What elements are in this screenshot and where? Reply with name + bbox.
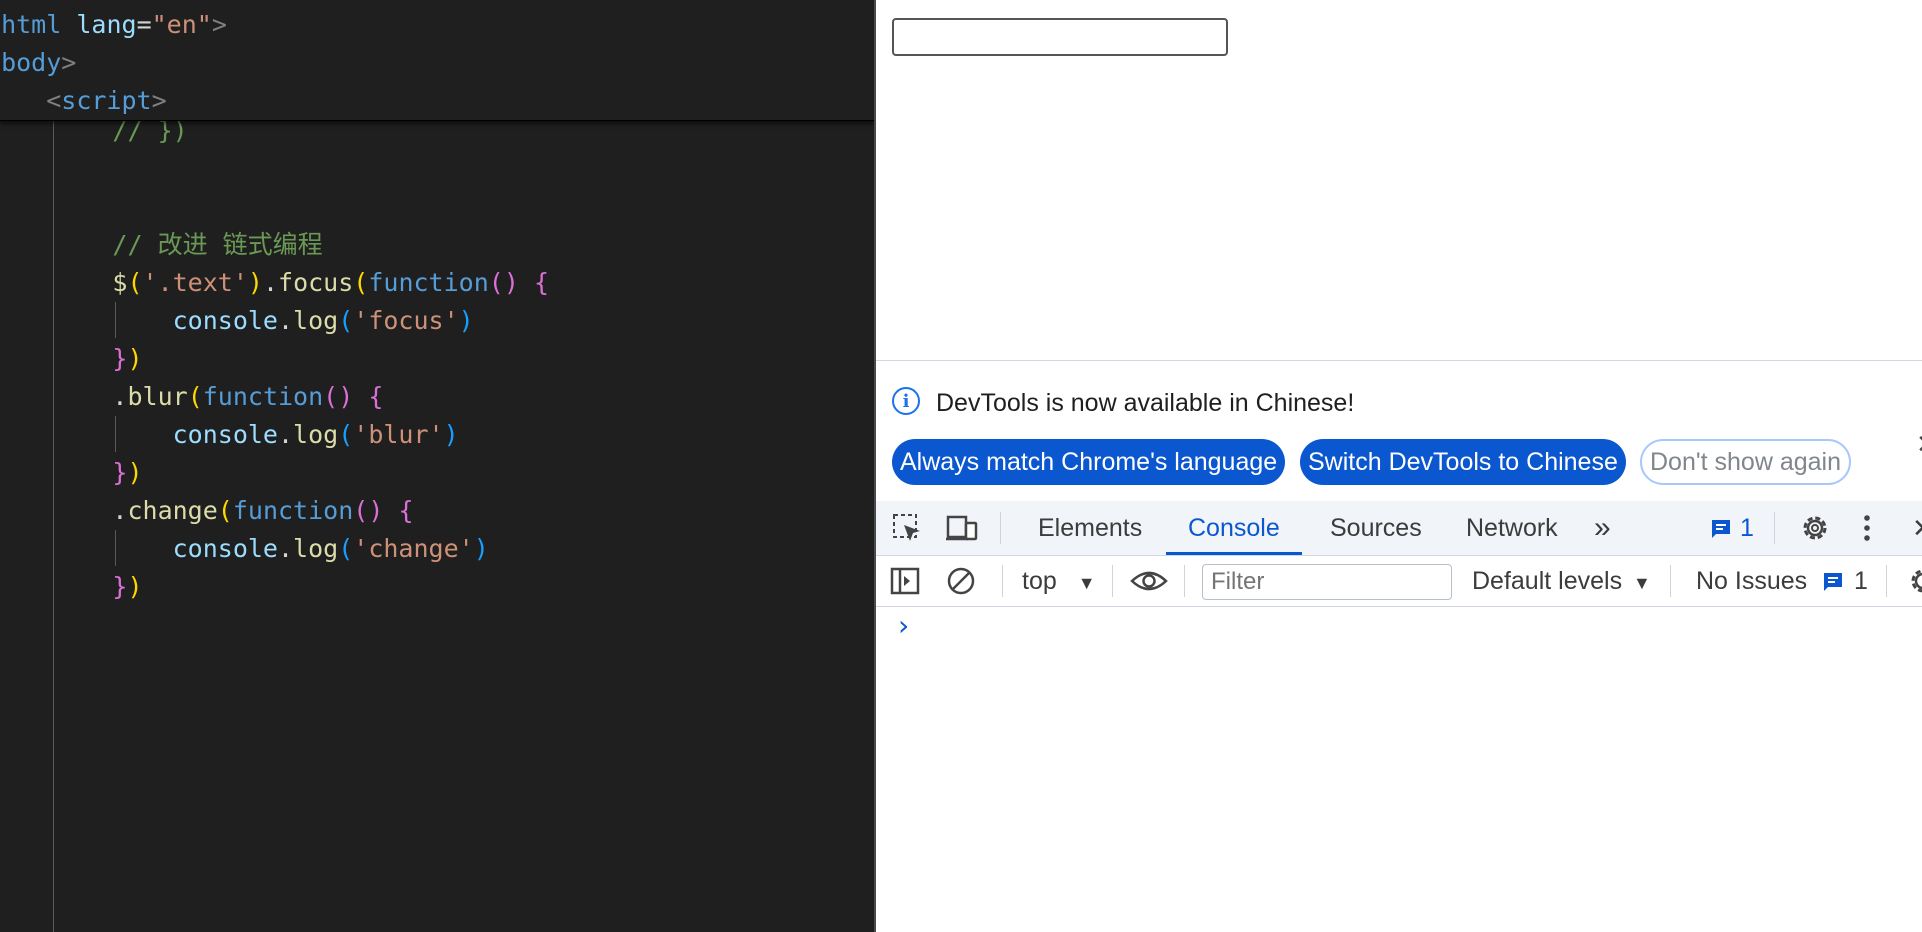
tab-sources[interactable]: Sources (1330, 501, 1422, 555)
info-icon: i (892, 387, 920, 415)
always-match-language-button[interactable]: Always match Chrome's language (892, 439, 1286, 485)
device-toolbar-icon[interactable] (946, 513, 978, 543)
code-editor[interactable]: // }) // 改进 链式编程 $('.text').focus(functi… (0, 0, 874, 932)
tabbar-separator (1000, 512, 1001, 544)
code-line: }) (0, 572, 143, 601)
sticky-code-line: <script> (46, 86, 167, 115)
tab-console[interactable]: Console (1166, 501, 1302, 555)
caret-down-icon: ▼ (1077, 573, 1096, 593)
code-line: console.log('change') (0, 534, 489, 563)
code-line: console.log('blur') (0, 420, 459, 449)
console-prompt-icon[interactable]: › (898, 609, 909, 642)
sticky-scroll-header[interactable]: <html lang="en"> <body> <script> (0, 0, 874, 121)
close-icon[interactable]: ✕ (1916, 429, 1922, 460)
sidebar-toggle-icon[interactable] (890, 566, 920, 596)
eye-icon[interactable] (1130, 568, 1168, 594)
clear-console-icon[interactable] (946, 566, 976, 596)
banner-message: DevTools is now available in Chinese! (936, 389, 1355, 417)
dont-show-again-button[interactable]: Don't show again (1640, 439, 1852, 485)
inspect-element-icon[interactable] (892, 513, 922, 543)
toolbar-separator (1112, 565, 1113, 597)
toolbar-separator (1184, 565, 1185, 597)
issues-icon[interactable] (1822, 571, 1844, 593)
more-tabs-icon[interactable]: » (1594, 501, 1611, 555)
toolbar-separator (1886, 565, 1887, 597)
issues-label[interactable]: No Issues (1696, 556, 1807, 606)
filter-input[interactable] (1202, 564, 1452, 600)
browser-pane: i DevTools is now available in Chinese! … (874, 0, 1922, 932)
message-icon[interactable] (1710, 518, 1732, 540)
issues-count: 1 (1854, 567, 1868, 595)
gear-icon[interactable] (1800, 513, 1830, 543)
code-body[interactable]: // }) // 改进 链式编程 $('.text').focus(functi… (0, 112, 549, 606)
code-line: }) (0, 344, 143, 373)
tabbar-separator (1774, 512, 1775, 544)
sticky-scroll-lines[interactable]: <html lang="en"> <body> <script> (0, 6, 227, 120)
devtools-panel: i DevTools is now available in Chinese! … (876, 360, 1922, 932)
console-settings-gear-icon[interactable] (1908, 566, 1922, 596)
message-count: 1 (1740, 514, 1754, 542)
code-line: .change(function() { (0, 496, 414, 525)
caret-down-icon: ▼ (1633, 573, 1651, 593)
tab-elements[interactable]: Elements (1038, 501, 1142, 555)
toolbar-separator (1670, 565, 1671, 597)
tab-network[interactable]: Network (1466, 501, 1558, 555)
kebab-menu-icon[interactable] (1860, 513, 1874, 543)
code-line: // 改进 链式编程 (0, 230, 323, 259)
sticky-code-line: <body> (0, 48, 77, 77)
context-selector[interactable]: top ▼ (1022, 556, 1096, 608)
close-devtools-icon[interactable]: ✕ (1912, 501, 1922, 555)
code-line: }) (0, 458, 143, 487)
code-line: console.log('focus') (0, 306, 474, 335)
toolbar-separator (1002, 565, 1003, 597)
context-label: top (1022, 567, 1057, 595)
devtools-tabbar: Elements Console Sources Network » 1 ✕ (876, 501, 1922, 556)
code-line: .blur(function() { (0, 382, 384, 411)
log-levels-dropdown[interactable]: Default levels ▼ (1472, 556, 1651, 608)
code-line: $('.text').focus(function() { (0, 268, 549, 297)
switch-to-chinese-button[interactable]: Switch DevTools to Chinese (1300, 439, 1626, 485)
text-input[interactable] (892, 18, 1228, 56)
sticky-code-line: <html lang="en"> (0, 10, 227, 39)
levels-label: Default levels (1472, 567, 1623, 595)
console-toolbar: top ▼ Default levels ▼ No Issues 1 (876, 556, 1922, 607)
